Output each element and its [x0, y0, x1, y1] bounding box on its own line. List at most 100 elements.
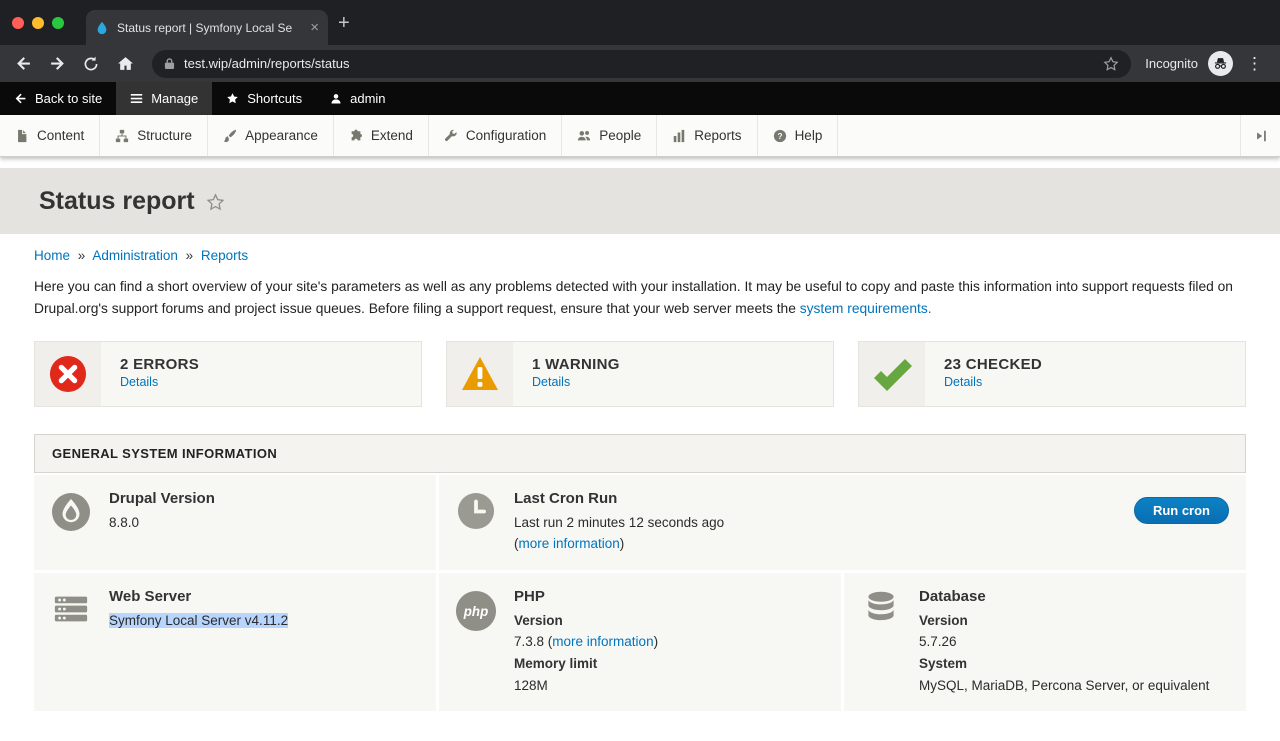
- menu-item-configuration[interactable]: Configuration: [429, 115, 562, 156]
- user-menu[interactable]: admin: [316, 82, 399, 115]
- warning-details-link[interactable]: Details: [532, 375, 570, 389]
- clock-icon: [455, 490, 497, 555]
- card-texts: 1 WARNING Details: [532, 356, 620, 391]
- menu-item-appearance[interactable]: Appearance: [208, 115, 334, 156]
- breadcrumb-separator: »: [186, 248, 194, 263]
- card-texts: 23 CHECKED Details: [944, 356, 1042, 391]
- home-button[interactable]: [112, 51, 138, 77]
- cell-title: PHP: [514, 588, 658, 605]
- section-heading: GENERAL SYSTEM INFORMATION: [34, 434, 1246, 473]
- bookmark-star-icon[interactable]: [1103, 56, 1119, 72]
- php-version-value: 7.3.8: [514, 634, 548, 649]
- minimize-window-button[interactable]: [32, 17, 44, 29]
- db-system-label: System: [919, 653, 1209, 675]
- db-version-value: 5.7.26: [919, 631, 1209, 653]
- browser-right-cluster: Incognito ⋮: [1145, 51, 1270, 76]
- paren: ): [654, 634, 659, 649]
- favorite-star-icon[interactable]: [206, 193, 225, 212]
- incognito-icon: [1208, 51, 1233, 76]
- barchart-icon: [672, 129, 686, 143]
- star-icon: [226, 92, 239, 105]
- menu-label: Extend: [371, 128, 413, 143]
- menu-item-help[interactable]: ? Help: [758, 115, 839, 156]
- browser-menu-icon[interactable]: ⋮: [1243, 54, 1266, 74]
- error-icon-area: [35, 342, 101, 406]
- php-icon: php: [455, 588, 497, 696]
- breadcrumb: Home » Administration » Reports: [34, 234, 1246, 263]
- drupal-favicon-icon: [95, 21, 109, 35]
- menu-item-extend[interactable]: Extend: [334, 115, 429, 156]
- cell-web-server: Web Server Symfony Local Server v4.11.2: [34, 573, 436, 711]
- php-more-information-link[interactable]: more information: [552, 634, 653, 649]
- checked-details-link[interactable]: Details: [944, 375, 982, 389]
- person-icon: [330, 93, 342, 105]
- cell-body: Drupal Version 8.8.0: [109, 490, 215, 555]
- checked-icon-area: [859, 342, 925, 406]
- status-card-errors: 2 ERRORS Details: [34, 341, 422, 407]
- menu-label: Reports: [694, 128, 741, 143]
- people-icon: [577, 129, 591, 143]
- shortcuts-tab[interactable]: Shortcuts: [212, 82, 316, 115]
- admin-menu: Content Structure Appearance Extend Conf…: [0, 115, 1280, 157]
- warning-icon-area: [447, 342, 513, 406]
- system-requirements-link[interactable]: system requirements.: [800, 301, 932, 316]
- reload-button[interactable]: [78, 51, 104, 77]
- cell-title: Database: [919, 588, 1209, 605]
- browser-tab[interactable]: Status report | Symfony Local Se ×: [86, 10, 328, 45]
- cron-last-run: Last run 2 minutes 12 seconds ago: [514, 512, 724, 534]
- cell-database: Database Version 5.7.26 System MySQL, Ma…: [844, 573, 1246, 711]
- tab-close-icon[interactable]: ×: [310, 20, 319, 35]
- toolbar-collapse-button[interactable]: [1240, 115, 1280, 156]
- manage-label: Manage: [151, 91, 198, 106]
- menu-item-structure[interactable]: Structure: [100, 115, 208, 156]
- paintbrush-icon: [223, 129, 237, 143]
- breadcrumb-link-home[interactable]: Home: [34, 248, 70, 263]
- menu-label: Structure: [137, 128, 192, 143]
- main-content: Home » Administration » Reports Here you…: [0, 234, 1280, 741]
- gap-strip: [0, 157, 1280, 168]
- back-to-site-button[interactable]: Back to site: [0, 82, 116, 115]
- lock-icon: [164, 57, 175, 70]
- cell-body: Database Version 5.7.26 System MySQL, Ma…: [919, 588, 1209, 696]
- tab-strip: Status report | Symfony Local Se × +: [0, 0, 1280, 45]
- zoom-window-button[interactable]: [52, 17, 64, 29]
- new-tab-button[interactable]: +: [338, 4, 350, 35]
- status-summary: 2 ERRORS Details 1 WARNING Details 23: [34, 341, 1246, 407]
- user-label: admin: [350, 91, 385, 106]
- browser-nav-bar: test.wip/admin/reports/status Incognito …: [0, 45, 1280, 82]
- breadcrumb-separator: »: [78, 248, 86, 263]
- breadcrumb-link-reports[interactable]: Reports: [201, 248, 248, 263]
- cell-body: PHP Version 7.3.8 (more information) Mem…: [514, 588, 658, 696]
- web-server-value: Symfony Local Server v4.11.2: [109, 610, 288, 632]
- server-icon: [50, 588, 92, 696]
- back-button[interactable]: [10, 51, 36, 77]
- error-details-link[interactable]: Details: [120, 375, 158, 389]
- menu-item-people[interactable]: People: [562, 115, 657, 156]
- run-cron-button[interactable]: Run cron: [1134, 497, 1229, 524]
- cron-more-information-link[interactable]: more information: [519, 536, 620, 551]
- puzzle-icon: [349, 129, 363, 143]
- menu-label: Configuration: [466, 128, 546, 143]
- menu-item-reports[interactable]: Reports: [657, 115, 757, 156]
- intro-text: Here you can find a short overview of yo…: [34, 279, 1233, 316]
- paren: ): [620, 536, 625, 551]
- checked-count: 23 CHECKED: [944, 356, 1042, 373]
- sysinfo-grid: Drupal Version 8.8.0 Last Cron Run Last …: [34, 475, 1246, 712]
- address-bar[interactable]: test.wip/admin/reports/status: [152, 50, 1131, 78]
- breadcrumb-link-administration[interactable]: Administration: [92, 248, 178, 263]
- cell-title: Web Server: [109, 588, 288, 605]
- url-text: test.wip/admin/reports/status: [184, 56, 1103, 71]
- menu-label: Content: [37, 128, 84, 143]
- manage-tab[interactable]: Manage: [116, 82, 212, 115]
- drupal-version-value: 8.8.0: [109, 512, 215, 534]
- error-count: 2 ERRORS: [120, 356, 199, 373]
- back-arrow-icon: [14, 92, 27, 105]
- close-window-button[interactable]: [12, 17, 24, 29]
- php-memory-label: Memory limit: [514, 653, 658, 675]
- menu-item-content[interactable]: Content: [0, 115, 100, 156]
- cell-php: php PHP Version 7.3.8 (more information)…: [439, 573, 841, 711]
- document-icon: [15, 129, 29, 143]
- forward-button[interactable]: [44, 51, 70, 77]
- page-header: Status report: [0, 168, 1280, 234]
- warning-count: 1 WARNING: [532, 356, 620, 373]
